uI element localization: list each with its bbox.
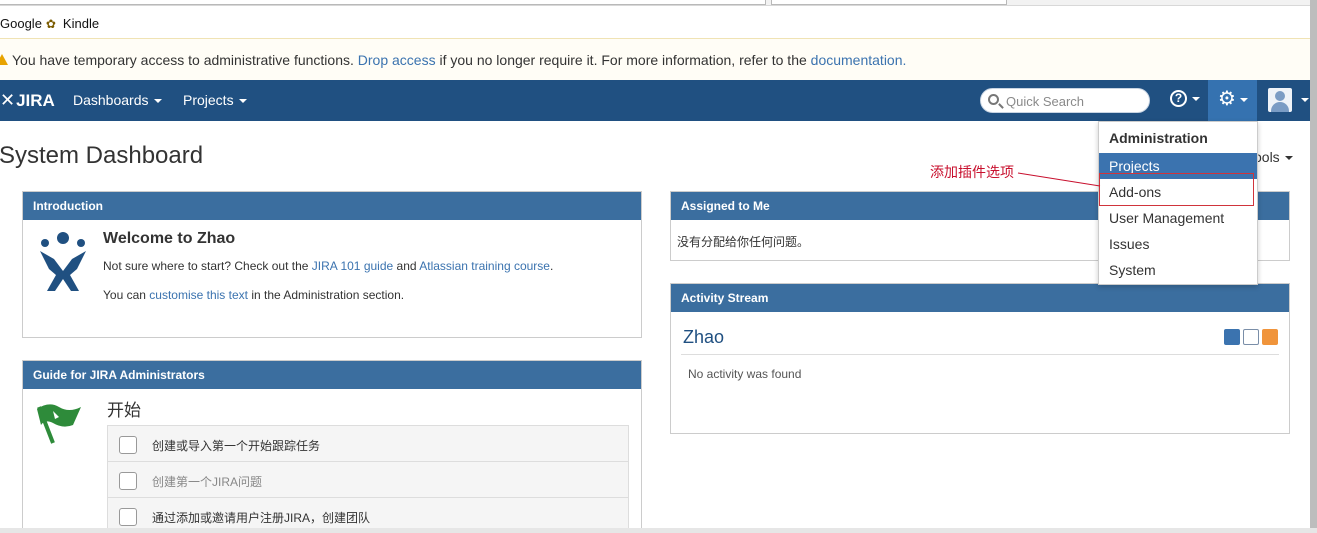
intro-text: in the Administration section. [251,288,405,302]
activity-stream-gadget: Activity Stream Zhao No activity was fou… [670,283,1290,434]
task-item: 创建第一个JIRA问题 [107,461,629,497]
task-label[interactable]: 通过添加或邀请用户注册JIRA，创建团队 [152,509,370,526]
user-avatar[interactable] [1268,88,1292,112]
help-menu[interactable]: ? [1170,90,1200,107]
chevron-down-icon [1240,98,1248,102]
annotation-label: 添加插件选项 [930,164,1014,180]
menu-item-issues[interactable]: Issues [1099,231,1257,257]
full-view-icon[interactable] [1243,329,1259,345]
bookmark-label: Kindle [62,16,100,31]
browser-search-bar[interactable] [771,0,1007,5]
banner-text: if you no longer require it. For more in… [439,52,807,68]
jira-101-guide-link[interactable]: JIRA 101 guide [312,259,393,273]
task-item: 创建或导入第一个开始跟踪任务 [107,425,629,461]
search-placeholder: Quick Search [1006,94,1085,109]
customise-text-link[interactable]: customise this text [149,288,248,302]
gadget-title[interactable]: Guide for JIRA Administrators [23,361,641,389]
chevron-down-icon [1284,156,1293,161]
jira-logo[interactable]: ✕ JIRA [0,90,55,111]
annotation-highlight-box [1099,173,1254,206]
menu-item-user-management[interactable]: User Management [1099,205,1257,231]
search-icon [988,94,999,105]
intro-text: You can [103,288,146,302]
intro-text: . [549,259,554,273]
nav-label: Dashboards [73,92,149,108]
flag-icon [37,404,81,444]
nav-label: Projects [183,92,234,108]
introduction-gadget: Introduction Welcome to Zhao Not sure wh… [22,191,642,338]
jira-logo-text: JIRA [16,90,55,110]
quick-search-input[interactable]: Quick Search [980,88,1150,113]
address-bar[interactable] [0,0,766,5]
admin-access-banner: You have temporary access to administrat… [0,38,1317,80]
bookmark-google[interactable]: Google ✿ Kindle [0,16,99,31]
gadget-title[interactable]: Introduction [23,192,641,220]
gadget-title[interactable]: Activity Stream [671,284,1289,312]
help-icon: ? [1170,90,1187,107]
app-header: ✕ JIRA Dashboards Projects Quick Search … [0,80,1317,121]
warning-icon [0,54,8,65]
intro-text: Not sure where to start? Check out the [103,259,309,273]
task-checkbox[interactable] [119,436,137,454]
jira-logo-icon: ✕ [0,90,16,110]
activity-user-title[interactable]: Zhao [683,327,724,348]
chevron-down-icon [238,99,247,104]
intro-text: and [396,259,417,273]
divider [681,354,1279,355]
window-edge [1310,0,1317,533]
chevron-down-icon [153,99,162,104]
bookmarks-bar: Google ✿ Kindle [0,0,1317,38]
admin-menu-heading: Administration [1109,130,1208,146]
task-label[interactable]: 创建或导入第一个开始跟踪任务 [152,437,320,454]
guide-start-heading: 开始 [107,401,141,420]
chevron-down-icon[interactable] [1301,98,1309,102]
gear-icon: ⚙ [1218,88,1236,110]
admin-menu-button[interactable]: ⚙ [1208,80,1257,121]
no-activity-text: No activity was found [688,367,802,381]
avatar-head [1275,91,1285,101]
nav-projects[interactable]: Projects [183,92,247,108]
rss-icon[interactable] [1262,329,1278,345]
intro-line-2: You can customise this text in the Admin… [103,288,404,302]
task-checkbox[interactable] [119,508,137,526]
documentation-link[interactable]: documentation. [811,52,907,68]
drop-access-link[interactable]: Drop access [358,52,436,68]
chevron-down-icon [1192,96,1200,101]
page-title: System Dashboard [0,142,204,169]
avatar-body [1271,102,1289,112]
task-checkbox[interactable] [119,472,137,490]
admin-guide-gadget: Guide for JIRA Administrators 开始 创建或导入第一… [22,360,642,533]
atlassian-training-link[interactable]: Atlassian training course [419,259,550,273]
kindle-icon: ✿ [45,16,56,31]
list-view-icon[interactable] [1224,329,1240,345]
menu-item-system[interactable]: System [1099,257,1257,283]
intro-line-1: Not sure where to start? Check out the J… [103,259,553,273]
jira-man-icon [40,232,86,291]
tools-menu[interactable]: ools [1254,149,1293,165]
activity-view-controls [1224,329,1278,345]
bookmark-label: Google [0,16,42,31]
assigned-empty-text: 没有分配给你任何问题。 [677,235,810,249]
window-edge [0,528,1317,533]
welcome-heading: Welcome to Zhao [103,230,236,247]
task-label[interactable]: 创建第一个JIRA问题 [152,473,262,490]
banner-text: You have temporary access to administrat… [12,52,354,68]
nav-dashboards[interactable]: Dashboards [73,92,162,108]
